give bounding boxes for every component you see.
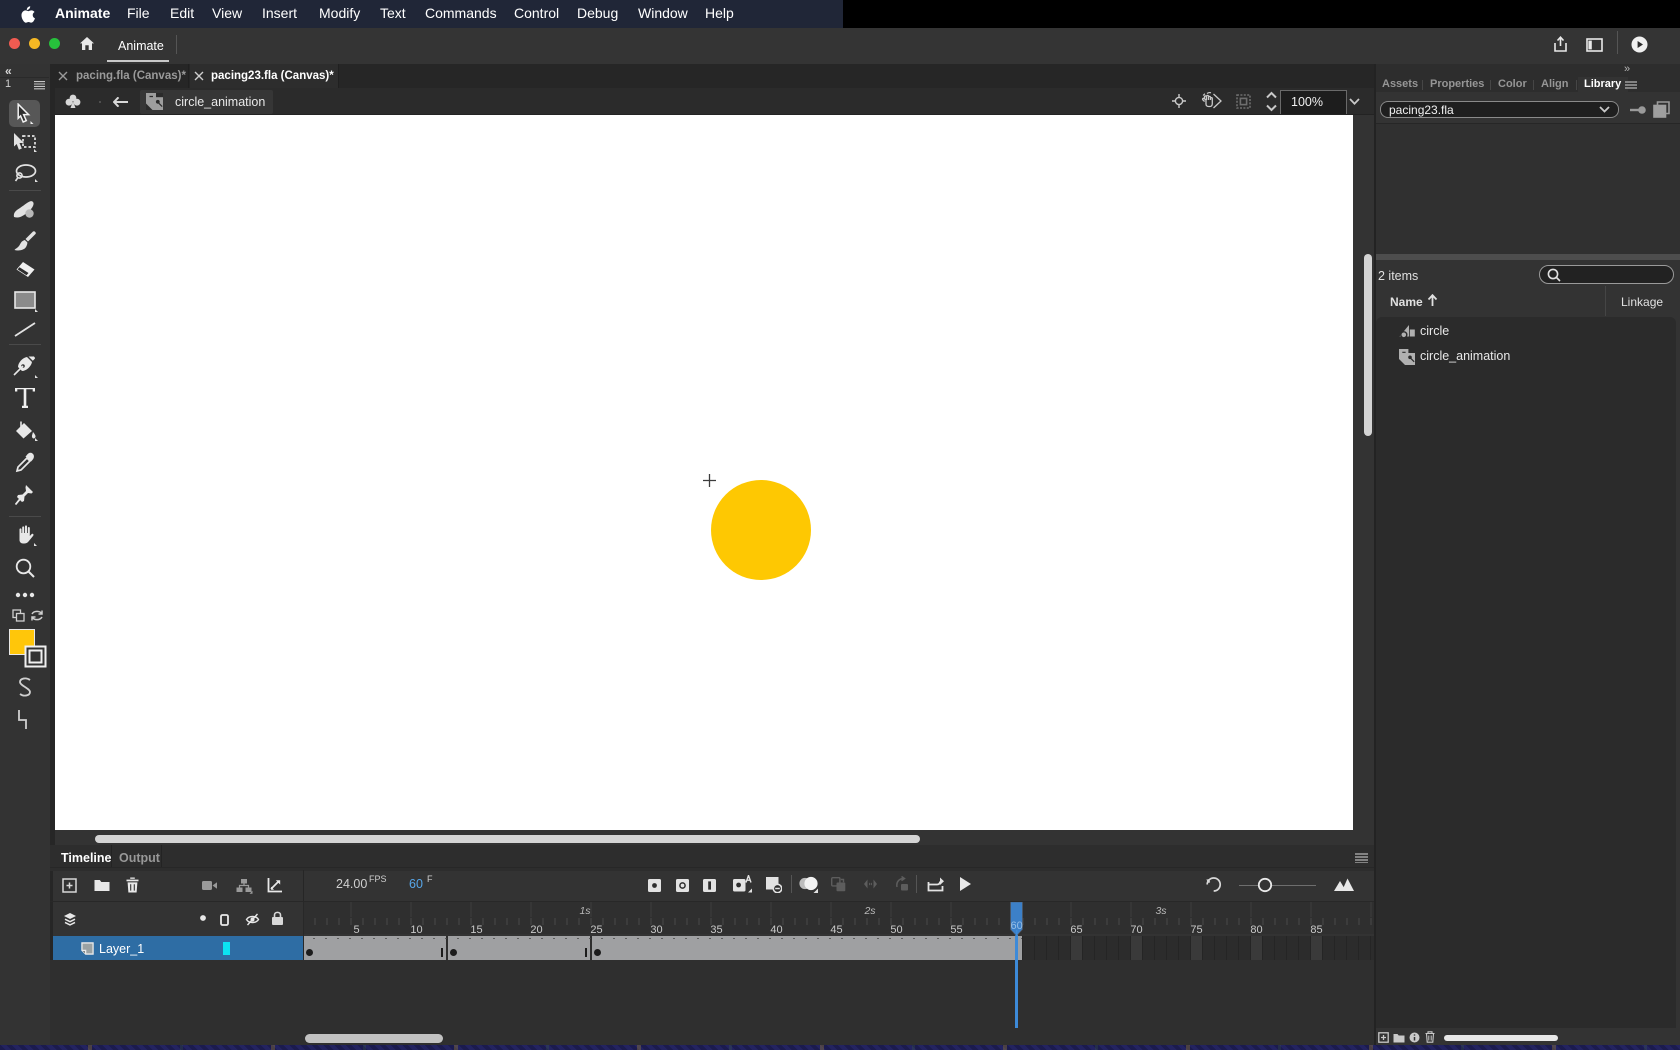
svg-text:35: 35 (710, 924, 722, 934)
svg-text:80: 80 (1250, 924, 1262, 934)
svg-text:10: 10 (410, 924, 422, 934)
svg-text:2s: 2s (863, 905, 876, 917)
svg-text:75: 75 (1190, 924, 1202, 934)
svg-text:70: 70 (1130, 924, 1142, 934)
svg-text:40: 40 (770, 924, 782, 934)
svg-text:65: 65 (1070, 924, 1082, 934)
svg-text:25: 25 (590, 924, 602, 934)
svg-text:85: 85 (1310, 924, 1322, 934)
svg-text:50: 50 (890, 924, 902, 934)
svg-text:55: 55 (950, 924, 962, 934)
svg-text:15: 15 (470, 924, 482, 934)
svg-text:45: 45 (830, 924, 842, 934)
svg-text:1s: 1s (579, 905, 591, 917)
svg-text:20: 20 (530, 924, 542, 934)
svg-text:30: 30 (650, 924, 662, 934)
svg-text:3s: 3s (1155, 905, 1167, 917)
svg-text:5: 5 (353, 924, 359, 934)
